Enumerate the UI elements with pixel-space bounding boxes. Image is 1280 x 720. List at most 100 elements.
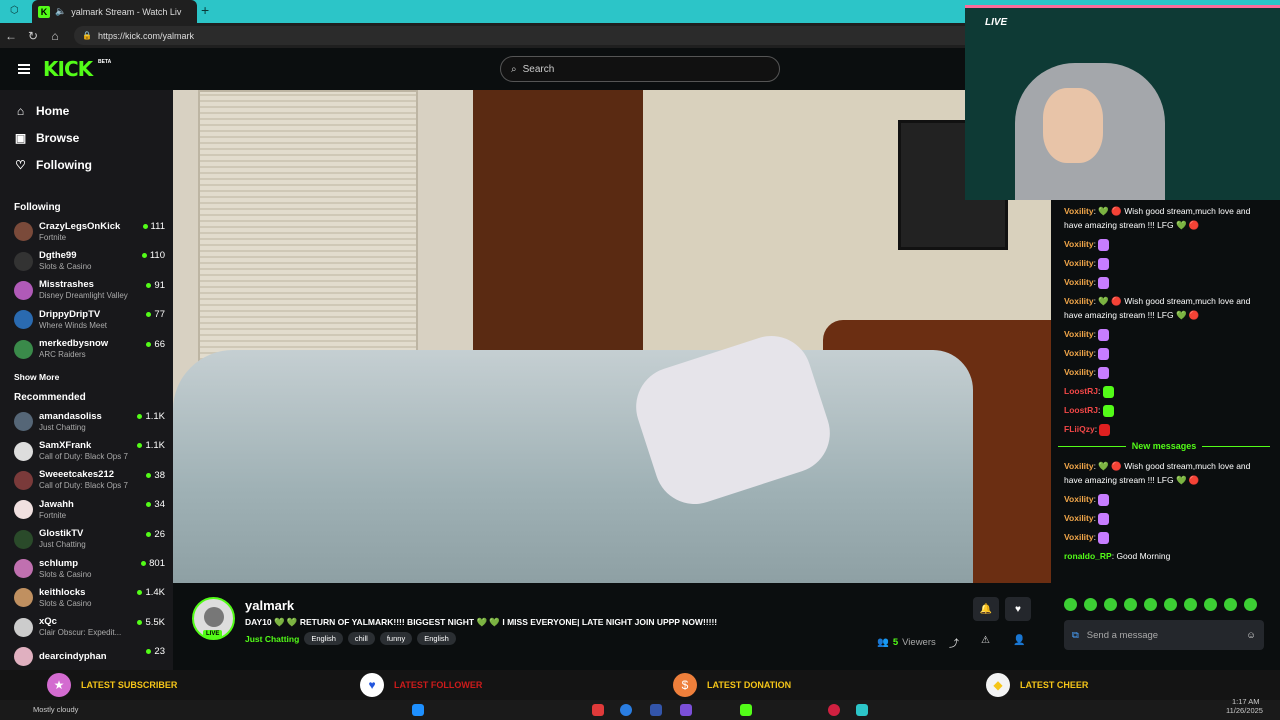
streamer-name[interactable]: yalmark [245,598,294,613]
channel-item[interactable]: schlump Slots & Casino 801 [14,554,165,583]
emote-icon[interactable] [1184,598,1197,611]
chat-username[interactable]: Voxility [1064,348,1094,358]
new-tab-button[interactable]: + [201,2,209,18]
url-field[interactable]: 🔒 https://kick.com/yalmark [74,26,974,45]
app-icon[interactable] [740,704,752,716]
emote-icon[interactable] [1244,598,1257,611]
emote-icon[interactable] [1104,598,1117,611]
viewer-number: 91 [154,279,165,291]
chat-username[interactable]: Voxility [1064,206,1094,216]
channel-item[interactable]: Misstrashes Disney Dreamlight Valley 91 [14,276,165,305]
viewer-number: 110 [149,250,165,262]
viewer-count: 66 [146,339,165,350]
start-icon[interactable] [412,704,424,716]
channel-item[interactable]: CrazyLegsOnKick Fortnite 111 [14,217,165,246]
chat-username[interactable]: FLiiQzy [1064,424,1095,434]
emote-icon [1098,257,1110,270]
chat-username[interactable]: Voxility [1064,532,1094,542]
chat-username[interactable]: Voxility [1064,296,1094,306]
channel-category: Call of Duty: Black Ops 7 [39,481,128,491]
emote-icon [1098,531,1110,544]
dollar-icon: $ [673,673,697,697]
nav-following[interactable]: ♡ Following [14,151,165,178]
live-dot-icon [146,341,152,347]
browser-tab[interactable]: K 🔈 yalmark Stream - Watch Liv [32,0,197,23]
channel-avatar [14,647,33,667]
chat-username[interactable]: Voxility [1064,239,1094,249]
channel-item[interactable]: dearcindyphan 23 [14,642,165,670]
emote-icon[interactable] [1164,598,1177,611]
emoji-icon[interactable]: ☺ [1246,630,1256,641]
emote-icon[interactable] [1224,598,1237,611]
channel-item[interactable]: Sweeetcakes212 Call of Duty: Black Ops 73… [14,466,165,495]
chat-message: Voxility: [1064,530,1270,544]
notification-button[interactable]: 🔔 [973,597,999,621]
app-icon[interactable] [592,704,604,716]
home-icon[interactable]: ⌂ [44,29,66,43]
search-input[interactable]: ⌕ Search [500,56,780,82]
nav-home[interactable]: ⌂ Home [14,97,165,124]
chat-username[interactable]: Voxility [1064,494,1094,504]
channel-item[interactable]: xQc Clair Obscur: Expedit... 5.5K [14,613,165,642]
channel-item[interactable]: merkedbysnow ARC Raiders 66 [14,335,165,364]
latest-cheer: ◆ LATEST CHEER [960,670,1280,700]
tag-chip[interactable]: English [304,632,343,645]
channel-avatar [14,500,33,520]
video-player[interactable] [173,90,1051,583]
speaker-icon[interactable]: 🔈 [55,6,66,17]
tab-title: yalmark Stream - Watch Liv [71,6,182,17]
chat-username[interactable]: ronaldo_RP [1064,551,1112,561]
browser-menu-icon[interactable]: ⬡ [10,5,19,16]
emote-icon[interactable] [1124,598,1137,611]
report-icon[interactable]: ⚠ [981,635,990,646]
app-icon[interactable] [828,704,840,716]
share-icon[interactable]: ⤴ [949,635,959,650]
channel-avatar [14,588,33,608]
emote-icon[interactable] [1084,598,1097,611]
channel-item[interactable]: amandasoliss Just Chatting 1.1K [14,407,165,436]
channel-item[interactable]: DrippyDripTV Where Winds Meet 77 [14,305,165,334]
tag-chip[interactable]: funny [379,632,413,645]
chat-input[interactable]: ⧉ Send a message ☺ [1064,620,1264,650]
emote-icon [1102,404,1114,417]
channel-item[interactable]: SamXFrank Call of Duty: Black Ops 7 1.1K [14,436,165,465]
show-more-button[interactable]: Show More [14,372,165,382]
new-messages-divider[interactable]: New messages [1058,441,1270,451]
app-icon[interactable] [650,704,662,716]
reload-icon[interactable]: ↻ [22,29,44,43]
category-link[interactable]: Just Chatting [245,634,299,644]
chat-tool-icon[interactable]: ⧉ [1072,630,1079,641]
tag-chip[interactable]: English [417,632,456,645]
chat-username[interactable]: LoostRJ [1064,386,1098,396]
chat-username[interactable]: Voxility [1064,367,1094,377]
channel-item[interactable]: Jawahh Fortnite 34 [14,495,165,524]
hamburger-menu-icon[interactable] [18,64,30,74]
chat-username[interactable]: Voxility [1064,461,1094,471]
channel-item[interactable]: Dgthe99 Slots & Casino 110 [14,246,165,275]
nav-label: Following [36,157,92,172]
app-icon[interactable] [680,704,692,716]
chat-username[interactable]: Voxility [1064,329,1094,339]
channel-item[interactable]: keithlocks Slots & Casino 1.4K [14,583,165,612]
emote-icon[interactable] [1144,598,1157,611]
mod-icon[interactable]: 👤 [1013,635,1025,646]
emote-icon[interactable] [1204,598,1217,611]
channel-item[interactable]: GlostikTV Just Chatting 26 [14,525,165,554]
app-icon[interactable] [856,704,868,716]
chat-username[interactable]: Voxility [1064,513,1094,523]
viewer-number: 77 [154,309,165,321]
live-dot-icon [146,312,152,318]
emote-icon[interactable] [1064,598,1077,611]
channel-category: Slots & Casino [39,569,92,579]
chat-username[interactable]: Voxility [1064,258,1094,268]
app-icon[interactable] [620,704,632,716]
emote-icon [1098,276,1110,289]
back-icon[interactable]: ← [0,29,22,43]
channel-category: Where Winds Meet [39,320,108,330]
chat-username[interactable]: LoostRJ [1064,405,1098,415]
kick-logo[interactable]: KICK [43,57,93,81]
nav-browse[interactable]: ▣ Browse [14,124,165,151]
follow-button[interactable]: ♥ [1005,597,1031,621]
chat-username[interactable]: Voxility [1064,277,1094,287]
tag-chip[interactable]: chill [347,632,375,645]
